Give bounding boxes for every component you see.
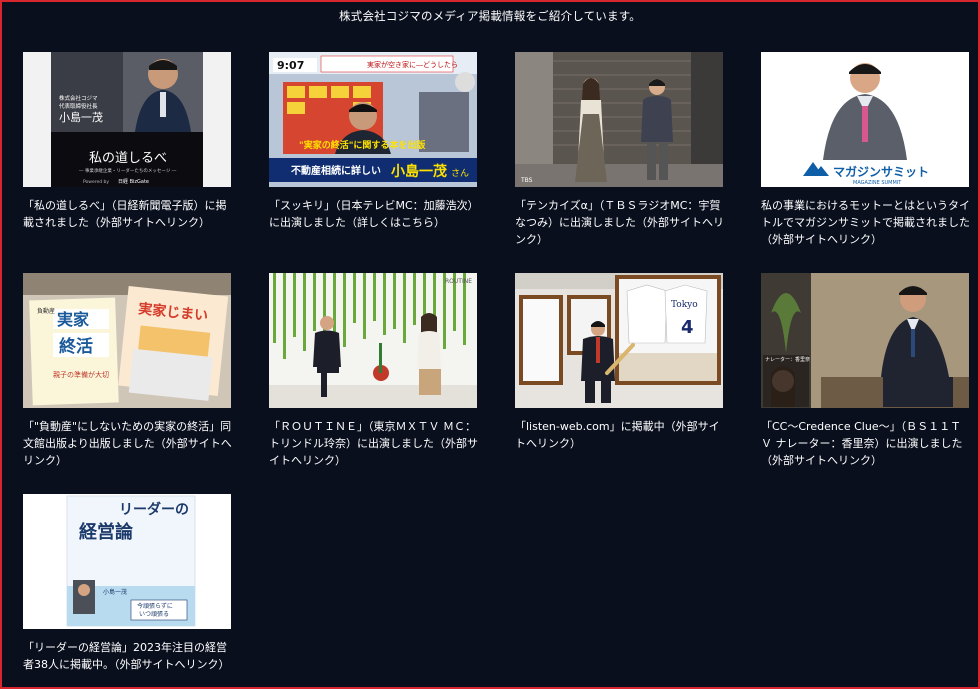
thumb-brand: 日経 BizGate xyxy=(118,178,149,185)
media-card: マガジンサミット MAGAZINE SUMMIT 私の事業におけるモットーとはと… xyxy=(761,52,971,248)
thumb-headline: 不動産相続に詳しい xyxy=(291,164,381,177)
media-thumbnail[interactable]: TBS xyxy=(515,52,723,187)
media-caption-link[interactable]: 「リーダーの経営論」2023年注目の経営者38人に掲載中。（外部サイトへリンク） xyxy=(23,639,233,673)
book-title: 実家 xyxy=(57,310,90,329)
book-title: 経営論 xyxy=(79,521,134,543)
media-caption-link[interactable]: 「テンカイズα」（ＴＢＳラジオMC：宇賀なつみ）に出演しました（外部サイトへリン… xyxy=(515,197,725,248)
media-thumbnail[interactable]: ROUTINE xyxy=(269,273,477,408)
thumb-logo: ROUTINE xyxy=(445,278,472,285)
jersey-number: 4 xyxy=(681,317,694,338)
media-caption-link[interactable]: 「私の道しるべ」（日経新聞電子版）に掲載されました（外部サイトへリンク） xyxy=(23,197,233,231)
media-card: TBS 「テンカイズα」（ＴＢＳラジオMC：宇賀なつみ）に出演しました（外部サイ… xyxy=(515,52,725,248)
media-card: ナレーター：香里奈 「CC～Credence Clue～」（ＢＳ１１ＴＶ ナレー… xyxy=(761,273,969,469)
jersey-text: Tokyo xyxy=(671,300,698,310)
thumb-powered: Powered by xyxy=(83,179,109,185)
book-title: 終活 xyxy=(59,336,93,357)
thumb-logo: TBS xyxy=(520,177,533,184)
media-caption-link[interactable]: 「listen-web.com」に掲載中（外部サイトへリンク） xyxy=(515,418,725,452)
media-card: Tokyo 4 「listen-web.com」に掲載中（外部サイトへリンク） xyxy=(515,273,723,452)
book-sub: 親子の準備が大切 xyxy=(53,370,109,379)
thumb-text: 株式会社コジマ xyxy=(59,94,98,102)
media-thumbnail[interactable]: 実家 終活 親子の準備が大切 負動産 実家じまい xyxy=(23,273,231,408)
media-caption-link[interactable]: 私の事業におけるモットーとはというタイトルでマガジンサミットで掲載されました（外… xyxy=(761,197,971,248)
book-title: リーダーの xyxy=(119,501,189,518)
media-caption-link[interactable]: 「"負動産"にしないための実家の終活」同文館出版より出版しました（外部サイトへリ… xyxy=(23,418,233,469)
media-thumbnail[interactable]: 株式会社コジマ 代表取締役社長 小島一茂 私の道しるべ ― 事業承継企業・リーダ… xyxy=(23,52,231,187)
media-thumbnail[interactable]: 9:07 実家が空き家に―どうしたら "実家の終活"に関する本を出版 不動産相続… xyxy=(269,52,477,187)
book-tag: いつ頑張る xyxy=(139,611,169,618)
media-caption-link[interactable]: 「CC～Credence Clue～」（ＢＳ１１ＴＶ ナレーター：香里奈）に出演… xyxy=(761,418,971,469)
thumb-headline: "実家の終活"に関する本を出版 xyxy=(299,139,425,151)
thumb-name: 小島一茂 xyxy=(391,163,447,180)
media-card: 9:07 実家が空き家に―どうしたら "実家の終活"に関する本を出版 不動産相続… xyxy=(269,52,479,231)
media-thumbnail[interactable]: ナレーター：香里奈 xyxy=(761,273,969,408)
thumb-label: ナレーター：香里奈 xyxy=(765,356,810,363)
thumb-name: 小島一茂 xyxy=(59,110,103,124)
media-thumbnail[interactable]: リーダーの 経営論 小島一茂 今頑張らずに いつ頑張る xyxy=(23,494,231,629)
media-card: ROUTINE 「ＲＯＵＴＩＮＥ」（東京ＭＸＴＶ ＭＣ：トリンドル玲奈）に出演し… xyxy=(269,273,479,469)
media-card: 実家 終活 親子の準備が大切 負動産 実家じまい 「"負動産"にしないための実家… xyxy=(23,273,233,469)
thumb-ticker: 実家が空き家に―どうしたら xyxy=(367,60,458,69)
thumb-text: 代表取締役社長 xyxy=(59,102,98,110)
intro-text: 株式会社コジマのメディア掲載情報をご紹介しています。 xyxy=(339,9,641,23)
thumb-time: 9:07 xyxy=(277,59,304,72)
thumb-subtitle: ― 事業承継企業・リーダーたちのメッセージ ― xyxy=(79,167,177,174)
book-pre: 負動産 xyxy=(37,307,55,315)
media-thumbnail[interactable]: マガジンサミット MAGAZINE SUMMIT xyxy=(761,52,969,187)
media-thumbnail[interactable]: Tokyo 4 xyxy=(515,273,723,408)
thumb-suffix: さん xyxy=(451,168,469,179)
thumb-logo: マガジンサミット xyxy=(833,164,929,179)
media-card: 株式会社コジマ 代表取締役社長 小島一茂 私の道しるべ ― 事業承継企業・リーダ… xyxy=(23,52,231,231)
book-author: 小島一茂 xyxy=(103,588,127,596)
thumb-logo-sub: MAGAZINE SUMMIT xyxy=(853,180,902,186)
thumb-title: 私の道しるべ xyxy=(89,151,167,166)
media-caption-link[interactable]: 「スッキリ」（日本テレビMC：加藤浩次）に出演しました（詳しくはこちら） xyxy=(269,197,479,231)
media-caption-link[interactable]: 「ＲＯＵＴＩＮＥ」（東京ＭＸＴＶ ＭＣ：トリンドル玲奈）に出演しました（外部サイ… xyxy=(269,418,479,469)
media-card: リーダーの 経営論 小島一茂 今頑張らずに いつ頑張る 「リーダーの経営論」20… xyxy=(23,494,231,673)
book-tag: 今頑張らずに xyxy=(137,602,173,610)
